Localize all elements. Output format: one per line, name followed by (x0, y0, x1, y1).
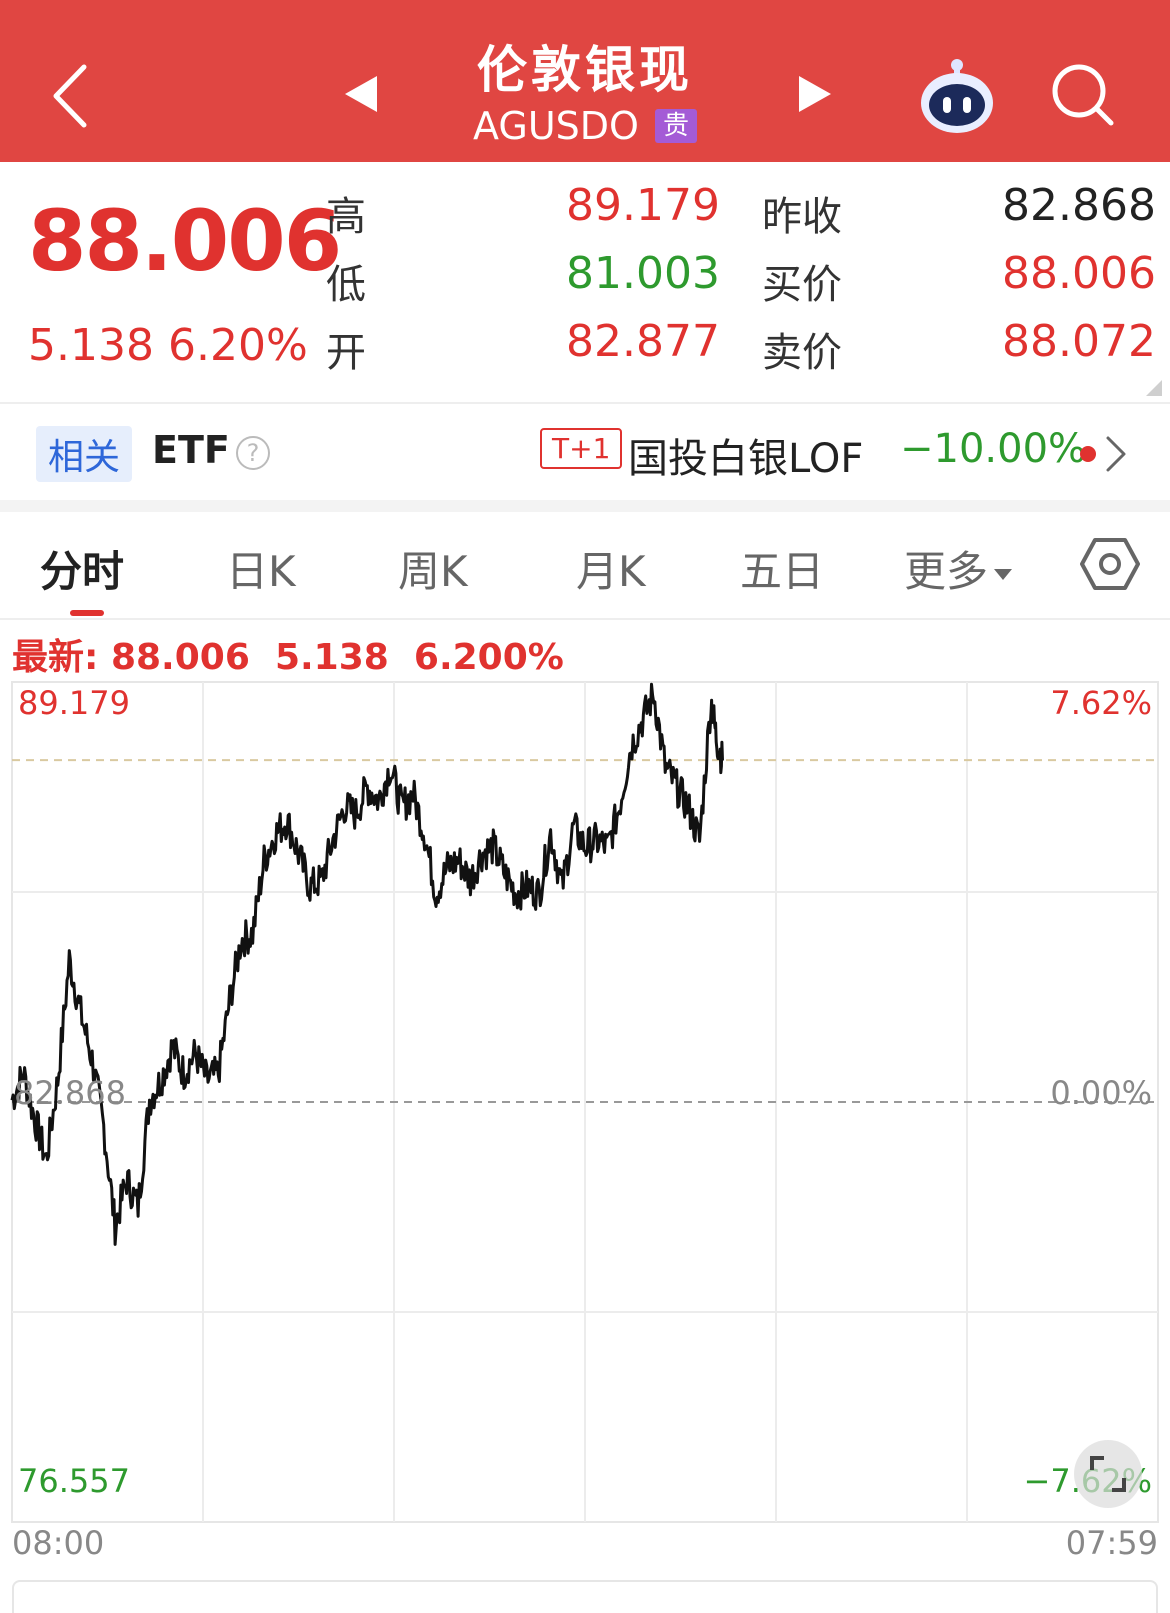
fullscreen-icon (1090, 1456, 1126, 1492)
page-title: 伦敦银现 (477, 41, 693, 99)
high-label: 高 (326, 194, 366, 240)
precious-metal-badge: 贵 (654, 109, 697, 143)
quote-panel: 88.006 5.138 6.20% 高 89.179 低 81.003 开 8… (0, 162, 1170, 402)
time-axis-end-label: 07:59 (1065, 1524, 1158, 1562)
intraday-chart[interactable] (0, 670, 1170, 1530)
tab-monthly-k[interactable]: 月K (576, 538, 646, 599)
tab-five-day[interactable]: 五日 (740, 538, 824, 599)
promo-card[interactable] (12, 1580, 1158, 1613)
ask-label: 卖价 (762, 330, 842, 376)
tab-intraday[interactable]: 分时 (40, 538, 124, 599)
previous-instrument-button[interactable] (336, 66, 386, 122)
tab-daily-k[interactable]: 日K (226, 538, 296, 599)
current-price: 88.006 (28, 192, 342, 290)
help-icon[interactable]: ? (236, 436, 270, 470)
top-bar: 伦敦银现 AGUSDO 贵 (0, 0, 1170, 162)
tab-weekly-k[interactable]: 周K (398, 538, 468, 599)
chevron-left-icon (53, 64, 87, 128)
robot-icon (921, 59, 993, 133)
pct-axis-max-label: 7.62% (1050, 684, 1152, 722)
fund-change: −10.00% (900, 426, 1087, 472)
price-change-percent: 6.20% (168, 320, 308, 371)
caret-down-icon (994, 569, 1013, 580)
ask-value: 88.072 (1002, 316, 1156, 367)
search-button[interactable] (1046, 58, 1118, 130)
chart-tabs: 分时 日K 周K 月K 五日 更多 (0, 512, 1170, 618)
settings-icon[interactable] (1080, 534, 1140, 594)
tab-more[interactable]: 更多 (904, 538, 1013, 599)
divider (0, 618, 1170, 620)
triangle-left-icon (345, 76, 377, 112)
bid-label: 买价 (762, 262, 842, 308)
triangle-right-icon (799, 76, 831, 112)
high-value: 89.179 (566, 180, 720, 231)
fund-name: 国投白银LOF (628, 436, 864, 482)
fullscreen-button[interactable] (1074, 1440, 1142, 1508)
tab-more-label: 更多 (904, 547, 989, 596)
instrument-code: AGUSDO (473, 104, 639, 148)
prev-close-label: 昨收 (762, 194, 842, 240)
related-etf-row[interactable]: 相关 ETF ? T+1 国投白银LOF −10.00% (0, 404, 1170, 500)
section-gap (0, 500, 1170, 512)
price-series-line (10, 682, 724, 1246)
pct-axis-ref-label: 0.00% (1050, 1074, 1152, 1112)
price-change: 5.138 (28, 320, 154, 371)
y-axis-max-label: 89.179 (18, 684, 130, 722)
expand-quote-handle[interactable] (1146, 380, 1162, 396)
low-value: 81.003 (566, 248, 720, 299)
bid-value: 88.006 (1002, 248, 1156, 299)
chevron-right-icon (1106, 436, 1126, 472)
ai-assistant-button[interactable] (912, 50, 1002, 140)
next-instrument-button[interactable] (790, 66, 840, 122)
time-axis-start-label: 08:00 (12, 1524, 105, 1562)
instrument-code-row: AGUSDO 贵 (385, 104, 785, 148)
low-label: 低 (326, 262, 366, 308)
related-tag: 相关 (36, 426, 133, 482)
open-value: 82.877 (566, 316, 720, 367)
etf-label: ETF (152, 428, 230, 472)
prev-close-value: 82.868 (1002, 180, 1156, 231)
y-axis-min-label: 76.557 (18, 1462, 130, 1500)
live-dot-icon (1080, 446, 1096, 462)
search-icon (1052, 64, 1114, 126)
back-button[interactable] (40, 56, 100, 136)
open-label: 开 (326, 330, 366, 376)
t-plus-one-tag: T+1 (540, 428, 623, 469)
active-tab-indicator (70, 610, 104, 616)
y-axis-ref-label: 82.868 (14, 1074, 126, 1112)
